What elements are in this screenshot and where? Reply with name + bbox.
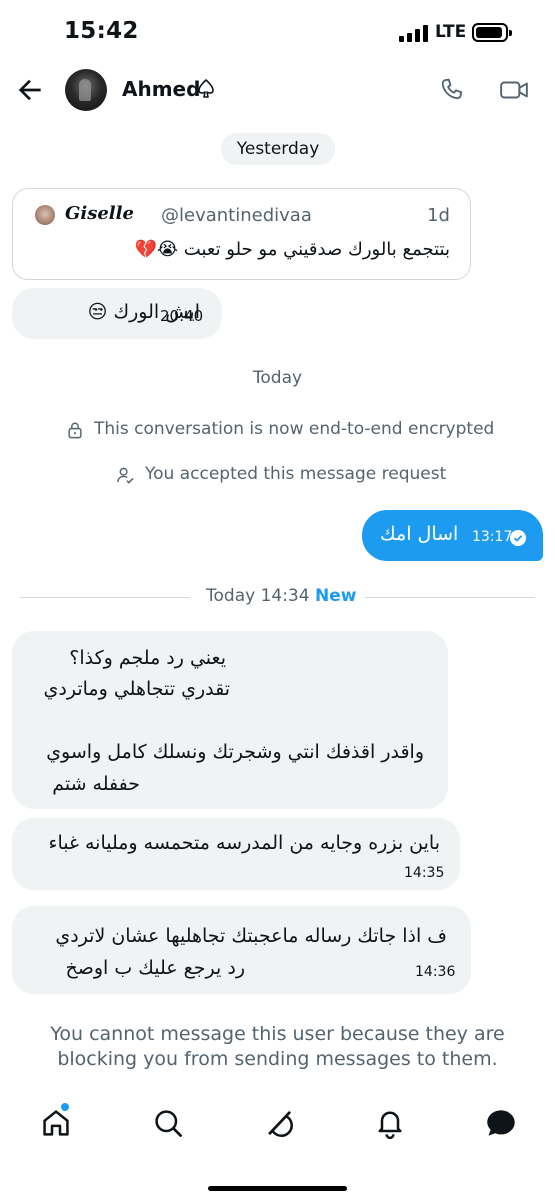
outgoing-message-bubble[interactable]: اسال امك 13:17 <box>362 510 543 561</box>
date-chip-yesterday: Yesterday <box>221 133 335 165</box>
outgoing-message-text: اسال امك <box>380 523 459 545</box>
bell-icon[interactable] <box>374 1107 406 1139</box>
quoted-name: 𝑮𝒊𝒔𝒆𝒍𝒍𝒆 <box>65 203 134 224</box>
video-icon[interactable] <box>499 77 529 103</box>
new-messages-divider: Today 14:34 New <box>20 586 535 608</box>
new-divider-date: Today 14:34 <box>206 586 310 606</box>
message-bubble[interactable]: ايش الورك 😒 20:40 <box>12 288 222 339</box>
request-notice-text: You accepted this message request <box>145 464 447 484</box>
message-line: واقدر اقذفك انتي وشجرتك ونسلك كامل واسوي <box>46 741 424 763</box>
user-check-icon <box>117 467 134 484</box>
blocked-notice-line: blocking you from sending messages to th… <box>57 1048 498 1070</box>
message-line: تقدري تتجاهلي وماتردي <box>43 678 230 700</box>
message-time: 14:36 <box>415 964 456 980</box>
blocked-notice-line: You cannot message this user because the… <box>50 1023 505 1045</box>
message-line: رد يرجع عليك ب اوصخ <box>65 957 245 979</box>
status-bar: 15:42 LTE <box>0 0 555 62</box>
message-line: يعني رد ملجم وكذا؟ <box>69 647 226 669</box>
back-arrow-icon[interactable] <box>14 74 46 106</box>
signal-icon <box>399 24 429 42</box>
bottom-navigation <box>0 1095 555 1157</box>
new-badge: New <box>314 586 357 606</box>
encrypted-notice-text: This conversation is now end-to-end encr… <box>94 419 495 439</box>
message-bubble[interactable]: ف اذا جاتك رساله ماعجبتك تجاهليها عشان ل… <box>12 906 471 994</box>
contact-name[interactable]: Ahmed <box>122 77 200 101</box>
home-icon[interactable] <box>40 1107 72 1139</box>
avatar[interactable] <box>65 69 107 111</box>
lock-icon <box>68 422 82 439</box>
blocked-notice: You cannot message this user because the… <box>0 1022 555 1072</box>
search-icon[interactable] <box>152 1107 184 1139</box>
quoted-text: بتتجمع بالورك صدقيني مو حلو تعبت 😭💔 <box>134 239 450 260</box>
quoted-avatar <box>35 205 55 225</box>
read-check-icon <box>510 530 526 546</box>
message-line: ف اذا جاتك رساله ماعجبتك تجاهليها عشان ل… <box>55 925 447 947</box>
new-divider-label: Today 14:34 New <box>206 586 356 606</box>
quoted-time: 1d <box>427 205 450 226</box>
spade-icon <box>198 79 214 98</box>
date-label-today: Today <box>252 368 303 388</box>
quoted-handle: @levantinedivaa <box>161 205 312 226</box>
battery-icon <box>472 23 512 42</box>
conversation-header: Ahmed <box>0 62 555 118</box>
message-bubble[interactable]: يعني رد ملجم وكذا؟ تقدري تتجاهلي وماتردي… <box>12 631 448 809</box>
message-bubble[interactable]: باين بزره وجايه من المدرسه متحمسه ومليان… <box>12 818 460 890</box>
home-indicator <box>208 1186 347 1191</box>
message-line: حففله شتم <box>52 773 140 795</box>
network-type: LTE <box>435 22 467 42</box>
notification-dot <box>61 1103 69 1111</box>
quoted-tweet-card[interactable]: 𝑮𝒊𝒔𝒆𝒍𝒍𝒆 @levantinedivaa 1d بتتجمع بالورك… <box>12 188 471 280</box>
phone-icon[interactable] <box>438 76 466 104</box>
message-text: باين بزره وجايه من المدرسه متحمسه ومليان… <box>48 832 440 854</box>
outgoing-message-time: 13:17 <box>472 529 513 545</box>
grok-icon[interactable] <box>263 1107 295 1139</box>
status-time: 15:42 <box>64 18 139 44</box>
message-time: 14:35 <box>404 865 445 881</box>
messages-icon[interactable] <box>485 1107 517 1139</box>
message-time: 20:40 <box>160 307 204 325</box>
